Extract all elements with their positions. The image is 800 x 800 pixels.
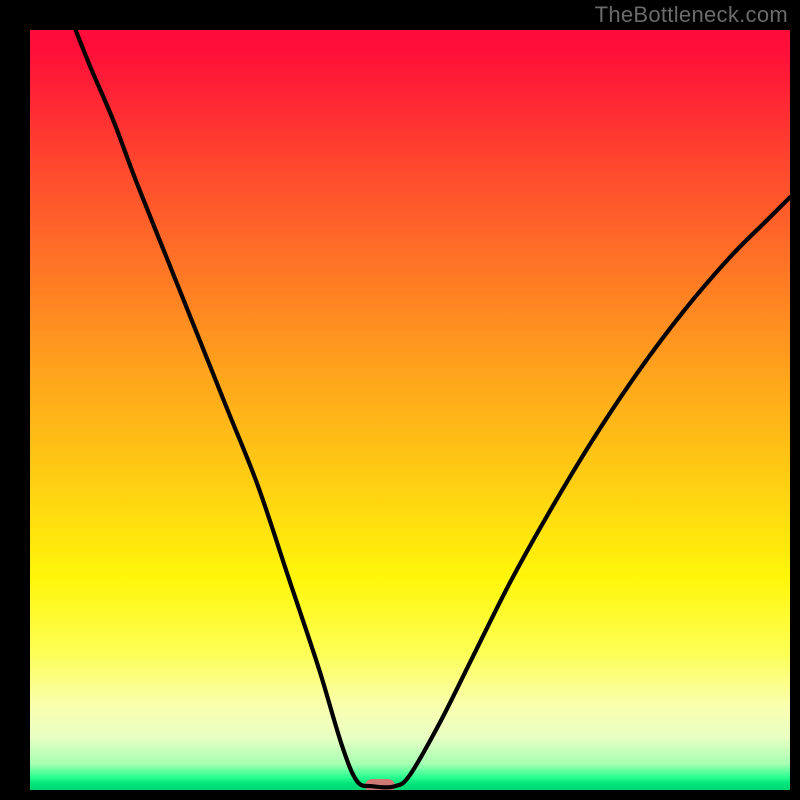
- plot-area: [30, 30, 790, 790]
- watermark-text: TheBottleneck.com: [595, 2, 788, 28]
- chart-frame: TheBottleneck.com: [0, 0, 800, 800]
- bottleneck-curve: [30, 30, 790, 790]
